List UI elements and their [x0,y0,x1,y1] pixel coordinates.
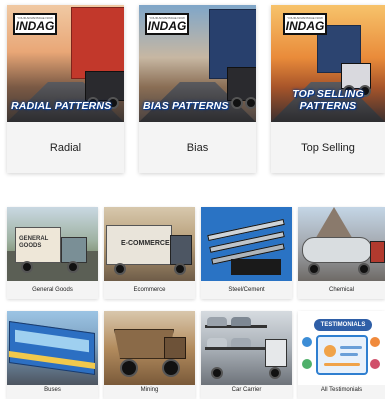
wheel-icon [162,359,180,377]
application-card-steel-cement[interactable]: Steel/Cement [201,207,292,299]
pattern-card-top-selling[interactable]: YOUR ADVANTAGE NOW INDAG TOP SELLING PAT… [271,5,385,173]
application-label[interactable]: Chemical [298,281,385,299]
truck-cab [227,67,256,101]
application-label[interactable]: All Testimonials [298,381,385,399]
car-icon [231,338,251,347]
pattern-label[interactable]: Bias [139,122,256,173]
wheel-icon [114,263,126,275]
application-label[interactable]: General Goods [7,281,98,299]
people-icon [370,337,380,347]
car-carrier-image[interactable] [201,311,292,385]
buses-image[interactable] [7,311,98,385]
brand-name: INDAG [15,19,55,33]
car-icon [207,338,227,347]
wheel-icon [21,261,33,273]
pattern-label[interactable]: Radial [7,122,124,173]
application-card-chemical[interactable]: Chemical [298,207,385,299]
application-label[interactable]: Ecommerce [104,281,195,299]
people-icon [370,359,380,369]
people-icon [302,359,312,369]
car-icon [231,317,251,326]
brand-logo: YOUR ADVANTAGE NOW INDAG [13,13,57,35]
brand-name: INDAG [285,19,325,33]
user-avatar-icon [324,345,336,357]
wheel-icon [67,261,79,273]
application-card-general-goods[interactable]: GENERAL GOODS General Goods [7,207,98,299]
wheel-icon [120,359,138,377]
application-label[interactable]: Steel/Cement [201,281,292,299]
truck-trailer [71,7,124,79]
ecommerce-image[interactable]: E-COMMERCE [104,207,195,281]
pattern-card-radial[interactable]: YOUR ADVANTAGE NOW INDAG RADIAL PATTERNS… [7,5,124,173]
pattern-image-caption: TOP SELLING PATTERNS [292,88,364,112]
wheel-icon [308,263,320,275]
truck-body: E-COMMERCE [106,225,172,265]
truck-cab [370,241,385,263]
application-card-car-carrier[interactable]: Car Carrier [201,311,292,399]
top-selling-patterns-image[interactable]: YOUR ADVANTAGE NOW INDAG TOP SELLING PAT… [271,5,385,122]
brand-name: INDAG [147,19,187,33]
testimonials-badge: TESTIMONIALS [314,319,372,331]
pattern-image-caption: RADIAL PATTERNS [11,100,112,112]
car-icon [207,317,227,326]
truck-cab [164,337,186,359]
pattern-image-caption: BIAS PATTERNS [143,100,229,112]
application-label[interactable]: Buses [7,381,98,399]
text-line-graphic [340,346,362,349]
truck-cab [265,339,287,367]
brand-logo: YOUR ADVANTAGE NOW INDAG [145,13,189,35]
steel-cement-image[interactable] [201,207,292,281]
application-card-mining[interactable]: Mining [104,311,195,399]
wheel-icon [269,367,281,379]
truck-bed [231,259,281,275]
brand-logo: YOUR ADVANTAGE NOW INDAG [283,13,327,35]
truck-cab [170,235,192,265]
pattern-card-bias[interactable]: YOUR ADVANTAGE NOW INDAG BIAS PATTERNS B… [139,5,256,173]
people-icon [302,337,312,347]
application-card-ecommerce[interactable]: E-COMMERCE Ecommerce [104,207,195,299]
mining-image[interactable] [104,311,195,385]
star-rating-graphic [324,363,360,366]
application-card-all-testimonials[interactable]: TESTIMONIALS All Testimonials [298,311,385,399]
wheel-icon [358,263,370,275]
wheel-icon [174,263,186,275]
application-label[interactable]: Mining [104,381,195,399]
chemical-image[interactable] [298,207,385,281]
testimonials-image[interactable]: TESTIMONIALS [298,311,385,385]
radial-patterns-image[interactable]: YOUR ADVANTAGE NOW INDAG RADIAL PATTERNS [7,5,124,122]
text-line-graphic [340,353,358,356]
mountain-graphic [314,207,354,241]
application-label[interactable]: Car Carrier [201,381,292,399]
application-card-buses[interactable]: Buses [7,311,98,399]
bias-patterns-image[interactable]: YOUR ADVANTAGE NOW INDAG BIAS PATTERNS [139,5,256,122]
general-goods-image[interactable]: GENERAL GOODS [7,207,98,281]
wheel-icon [211,367,223,379]
carrier-deck [205,347,267,350]
truck-body-label: GENERAL GOODS [19,236,49,249]
testimonial-card-graphic [316,335,368,375]
truck-cab [61,237,87,263]
pattern-label[interactable]: Top Selling [271,122,385,173]
truck-body: GENERAL GOODS [15,227,61,263]
truck-body-label: E-COMMERCE [121,240,170,247]
tanker-body [302,237,372,263]
